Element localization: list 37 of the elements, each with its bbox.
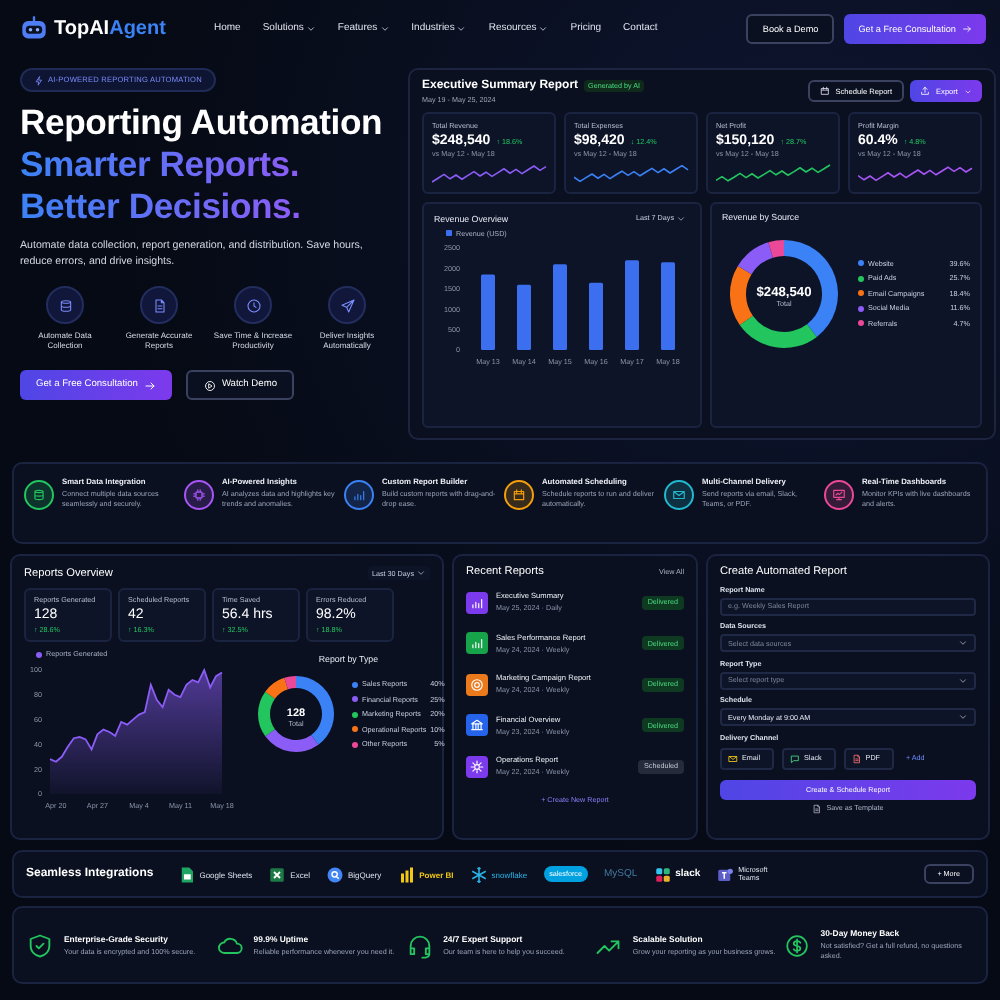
caret-icon (958, 675, 968, 685)
snowflake-icon (469, 865, 488, 883)
headset-icon (405, 931, 434, 959)
robot-icon (20, 14, 48, 42)
hero-title: Reporting Automation (20, 102, 383, 144)
document-icon (851, 753, 862, 763)
caret-icon (676, 213, 686, 223)
shield-icon (26, 931, 54, 959)
logo-text: TopAIAgent (54, 17, 166, 39)
bar (589, 281, 603, 349)
arrow-icon (143, 379, 156, 391)
bar (481, 273, 495, 349)
arrow-icon (962, 23, 972, 33)
caret-icon (416, 568, 426, 578)
paper-plane-icon (328, 286, 366, 324)
document-icon (812, 803, 823, 813)
caret-icon (958, 638, 968, 648)
document-icon (140, 286, 178, 324)
upload-icon (920, 86, 931, 96)
legend-dot (36, 651, 42, 657)
dollar-icon (784, 931, 811, 959)
play-icon (203, 379, 216, 391)
bolt-icon (34, 75, 44, 85)
database-icon (46, 286, 84, 324)
chat-icon (790, 753, 800, 763)
magnifier-icon (325, 865, 344, 883)
bar (553, 263, 567, 349)
bar-chart-icon (397, 865, 416, 883)
bar (661, 261, 675, 349)
clock-icon (234, 286, 272, 324)
bar (625, 259, 639, 349)
caret-icon (958, 712, 968, 722)
mail-icon (728, 753, 738, 763)
grid-icon (653, 865, 672, 883)
calendar-icon (819, 86, 830, 96)
legend-swatch (446, 230, 452, 236)
bar (517, 283, 531, 349)
